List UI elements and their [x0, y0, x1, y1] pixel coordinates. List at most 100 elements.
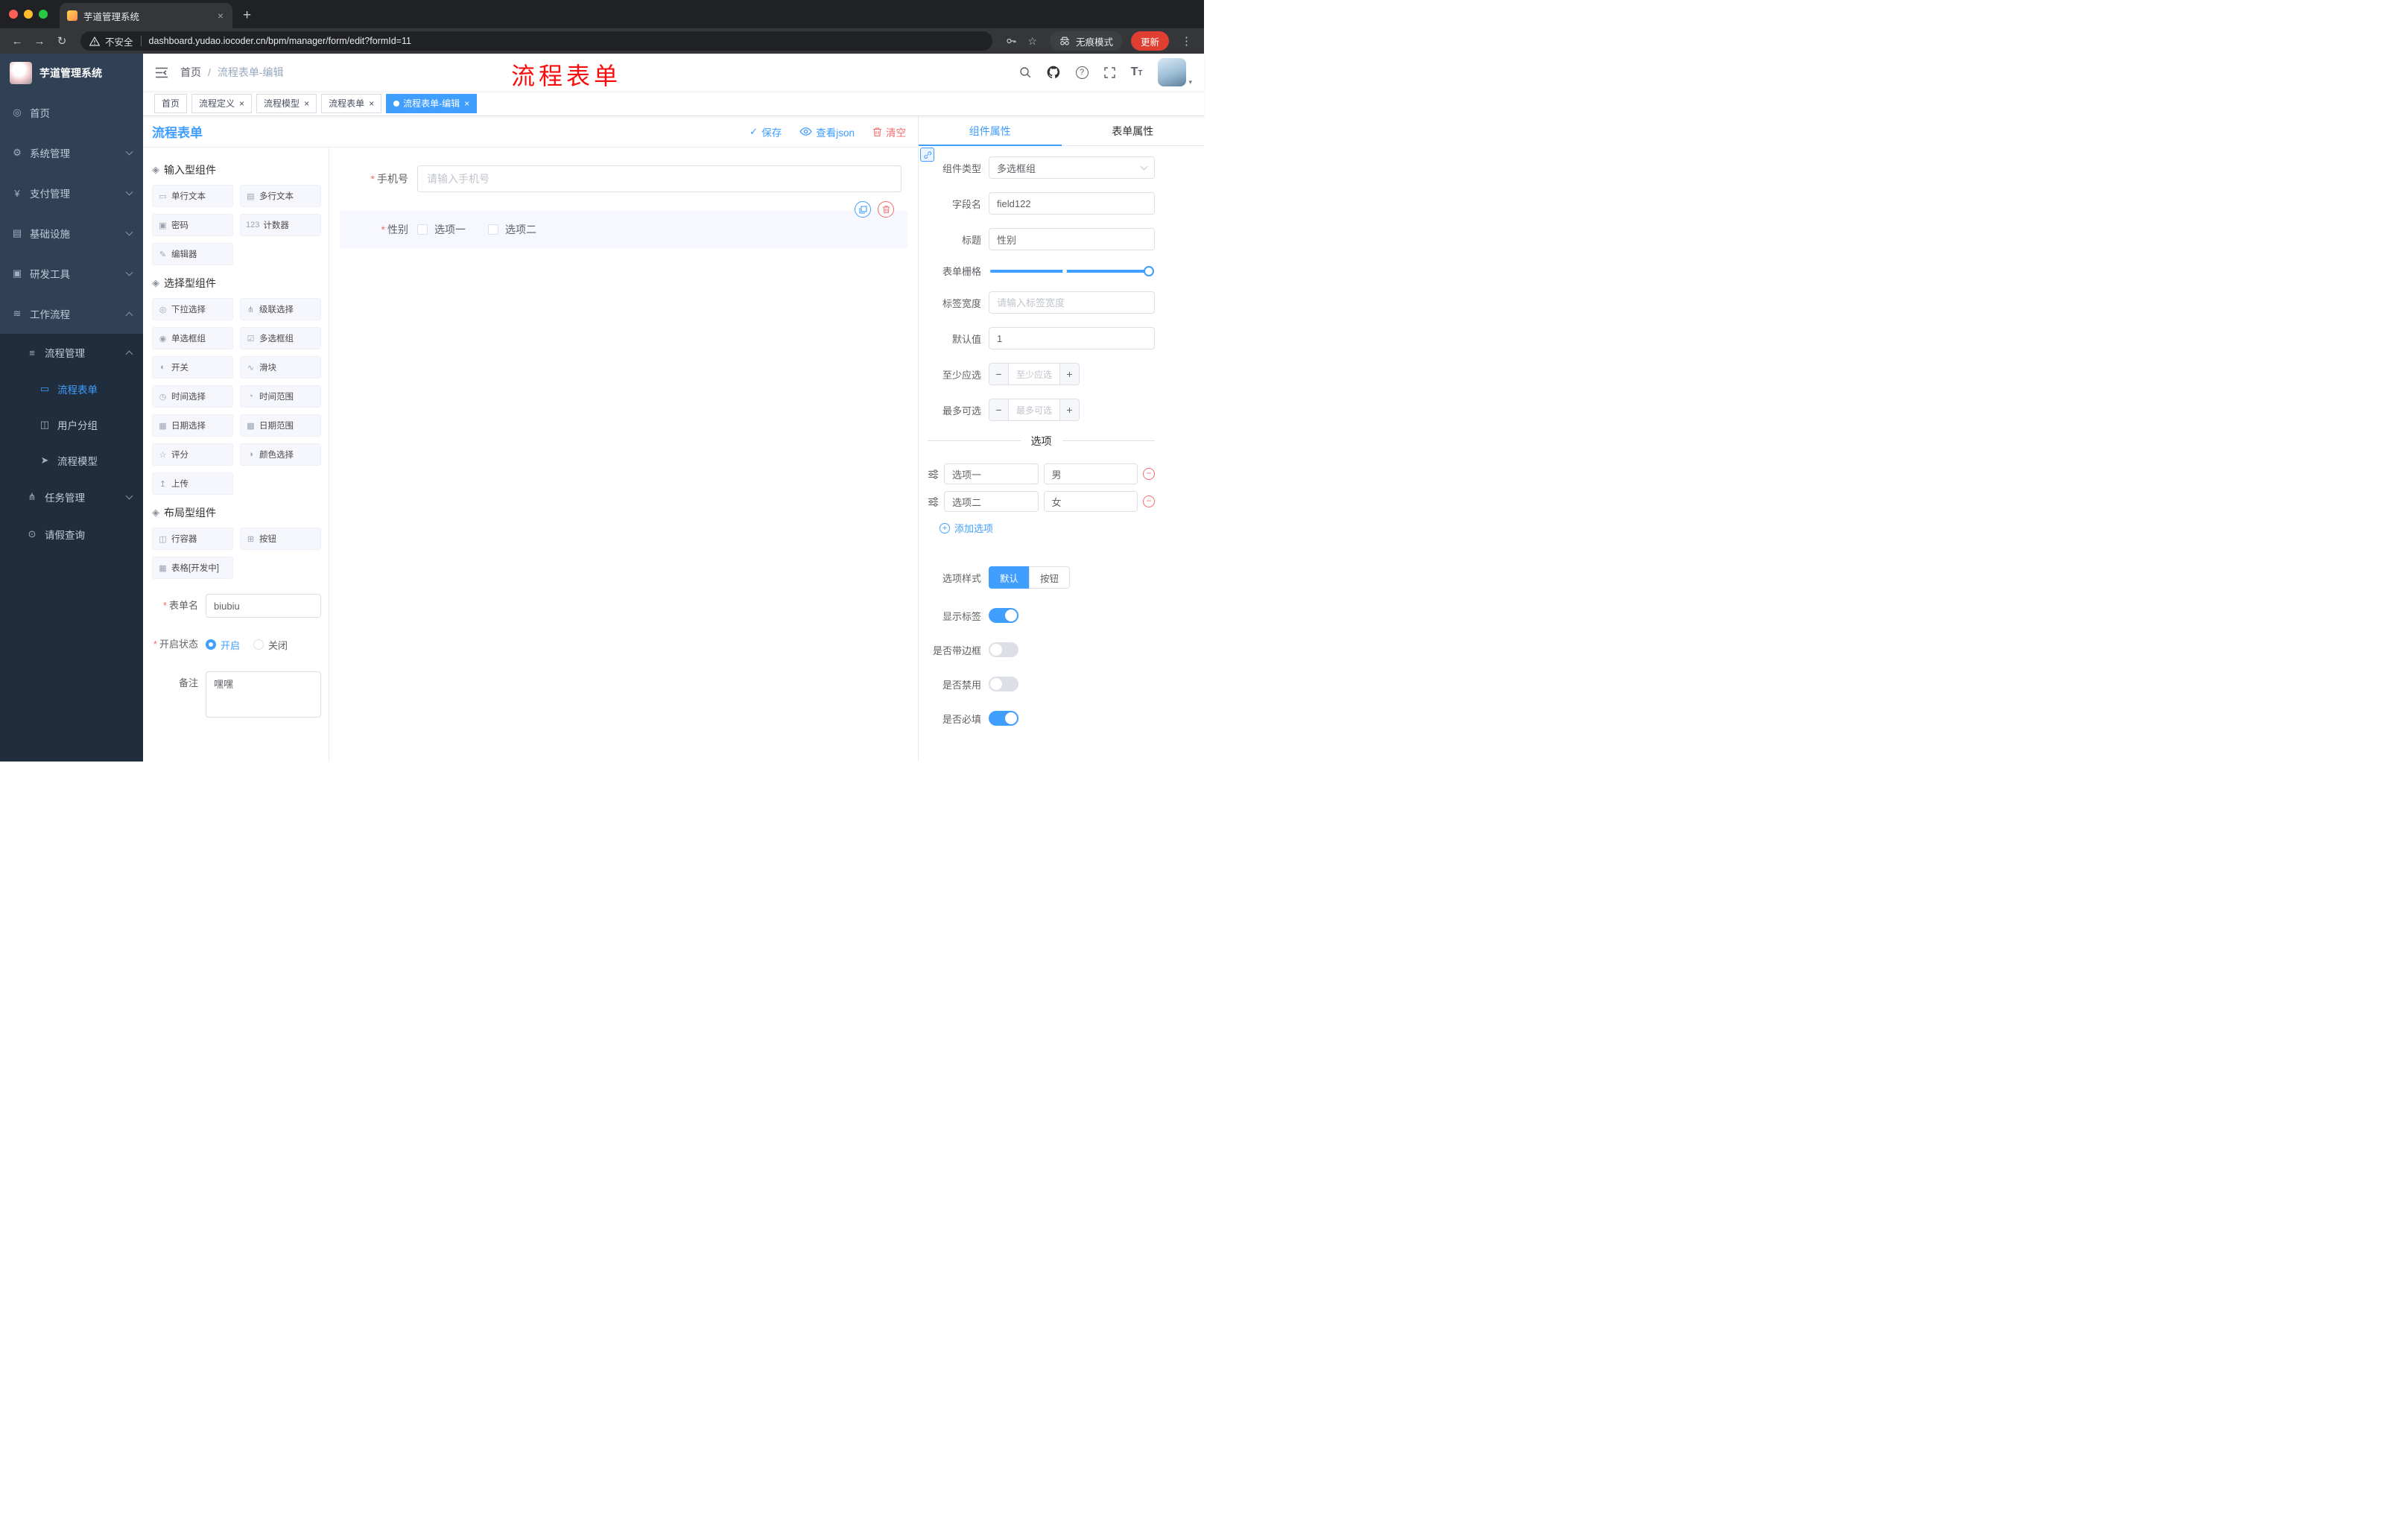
- sidebar-item-devtools[interactable]: ▣ 研发工具: [0, 253, 143, 294]
- option-style-default[interactable]: 默认: [989, 566, 1030, 589]
- tag-process-form-edit[interactable]: 流程表单-编辑 ×: [386, 93, 478, 113]
- phone-input[interactable]: [417, 165, 902, 192]
- option-label-input[interactable]: [944, 491, 1039, 512]
- add-option-button[interactable]: + 添加选项: [940, 521, 1155, 535]
- forward-button[interactable]: →: [30, 35, 49, 48]
- github-icon[interactable]: [1047, 66, 1060, 79]
- palette-item-single-text[interactable]: ▭ 单行文本: [152, 185, 233, 207]
- window-close-button[interactable]: [9, 10, 18, 19]
- tag-close-icon[interactable]: ×: [464, 98, 469, 109]
- tab-close-icon[interactable]: ×: [216, 10, 225, 22]
- palette-item-date-range[interactable]: ▩ 日期范围: [240, 414, 321, 437]
- status-on-radio[interactable]: 开启: [206, 638, 240, 652]
- palette-item-counter[interactable]: 123 计数器: [240, 214, 321, 236]
- chrome-update-button[interactable]: 更新: [1130, 31, 1169, 51]
- tag-process-definition[interactable]: 流程定义 ×: [191, 93, 253, 113]
- window-minimize-button[interactable]: [24, 10, 33, 19]
- component-type-select[interactable]: 多选框组: [989, 156, 1155, 179]
- max-select-value[interactable]: 最多可选: [1009, 399, 1059, 420]
- palette-item-date-picker[interactable]: ▦ 日期选择: [152, 414, 233, 437]
- sidebar-item-process-form[interactable]: ▭ 流程表单: [0, 371, 143, 407]
- label-width-input[interactable]: [989, 291, 1155, 314]
- option-label-input[interactable]: [944, 463, 1039, 484]
- palette-item-row-container[interactable]: ◫ 行容器: [152, 528, 233, 550]
- slider-handle[interactable]: [1144, 265, 1154, 276]
- option-style-button[interactable]: 按钮: [1029, 566, 1071, 589]
- status-off-radio[interactable]: 关闭: [253, 638, 288, 652]
- fullscreen-icon[interactable]: [1103, 66, 1115, 78]
- clear-button[interactable]: 清空: [872, 124, 906, 139]
- password-key-icon[interactable]: [1001, 35, 1021, 47]
- gender-checkbox-option2[interactable]: 选项二: [488, 222, 536, 237]
- palette-item-button[interactable]: ⊞ 按钮: [240, 528, 321, 550]
- new-tab-button[interactable]: +: [232, 3, 262, 28]
- palette-item-checkbox-group[interactable]: ☑ 多选框组: [240, 327, 321, 349]
- palette-item-time-picker[interactable]: ◷ 时间选择: [152, 385, 233, 408]
- sidebar-item-infra[interactable]: ▤ 基础设施: [0, 213, 143, 253]
- save-button[interactable]: ✓ 保存: [750, 124, 782, 139]
- sidebar-item-process-model[interactable]: ➤ 流程模型: [0, 443, 143, 478]
- palette-item-rate[interactable]: ☆ 评分: [152, 443, 233, 466]
- sidebar-item-user-groups[interactable]: ◫ 用户分组: [0, 407, 143, 443]
- remove-option-icon[interactable]: −: [1143, 468, 1155, 480]
- remove-option-icon[interactable]: −: [1143, 495, 1155, 507]
- plus-button[interactable]: +: [1059, 399, 1079, 420]
- field-name-input[interactable]: [989, 192, 1155, 215]
- tag-home[interactable]: 首页: [154, 93, 188, 113]
- palette-item-radio-group[interactable]: ◉ 单选框组: [152, 327, 233, 349]
- tab-form-props[interactable]: 表单属性: [1062, 116, 1205, 145]
- sidebar-item-workflow[interactable]: ≋ 工作流程: [0, 294, 143, 334]
- minus-button[interactable]: −: [989, 399, 1009, 420]
- canvas-field-phone[interactable]: * 手机号: [340, 155, 907, 203]
- view-json-button[interactable]: 查看json: [799, 124, 855, 139]
- user-avatar[interactable]: ▾: [1158, 58, 1192, 86]
- palette-item-time-range[interactable]: ◔ 时间范围: [240, 385, 321, 408]
- option-value-input[interactable]: [1043, 463, 1138, 484]
- disabled-switch[interactable]: [989, 677, 1018, 691]
- sidebar-item-system[interactable]: ⚙ 系统管理: [0, 133, 143, 173]
- tag-process-model[interactable]: 流程模型 ×: [256, 93, 317, 113]
- tag-close-icon[interactable]: ×: [304, 98, 309, 109]
- border-switch[interactable]: [989, 642, 1018, 657]
- palette-item-upload[interactable]: ↥ 上传: [152, 472, 233, 495]
- copy-field-button[interactable]: [855, 201, 871, 218]
- drag-handle-icon[interactable]: [928, 469, 939, 479]
- tag-close-icon[interactable]: ×: [239, 98, 244, 109]
- tag-close-icon[interactable]: ×: [369, 98, 374, 109]
- link-icon[interactable]: [920, 148, 934, 162]
- palette-item-table[interactable]: ▦ 表格[开发中]: [152, 557, 233, 579]
- sidebar-item-leave-query[interactable]: ⊙ 请假查询: [0, 516, 143, 553]
- sidebar-item-process-mgmt[interactable]: ≡ 流程管理: [0, 334, 143, 371]
- gender-checkbox-option1[interactable]: 选项一: [417, 222, 466, 237]
- reload-button[interactable]: ↻: [52, 34, 72, 48]
- palette-item-cascader[interactable]: ⋔ 级联选择: [240, 298, 321, 320]
- default-value-input[interactable]: [989, 327, 1155, 349]
- window-zoom-button[interactable]: [39, 10, 48, 19]
- sidebar-item-payment[interactable]: ¥ 支付管理: [0, 173, 143, 213]
- remark-textarea[interactable]: 嘿嘿: [206, 671, 321, 718]
- required-switch[interactable]: [989, 711, 1018, 726]
- palette-item-select[interactable]: ◎ 下拉选择: [152, 298, 233, 320]
- address-bar[interactable]: 不安全 dashboard.yudao.iocoder.cn/bpm/manag…: [80, 31, 993, 51]
- minus-button[interactable]: −: [989, 364, 1009, 384]
- palette-item-editor[interactable]: ✎ 编辑器: [152, 243, 233, 265]
- browser-menu-icon[interactable]: ⋮: [1176, 34, 1197, 48]
- title-input[interactable]: [989, 228, 1155, 250]
- sidebar-item-home[interactable]: ◎ 首页: [0, 92, 143, 133]
- help-icon[interactable]: ?: [1075, 66, 1089, 79]
- min-select-value[interactable]: 至少应选: [1009, 364, 1059, 384]
- palette-item-switch[interactable]: ◐ 开关: [152, 356, 233, 379]
- palette-item-slider[interactable]: ∿ 滑块: [240, 356, 321, 379]
- palette-item-password[interactable]: ▣ 密码: [152, 214, 233, 236]
- plus-button[interactable]: +: [1059, 364, 1079, 384]
- palette-item-multi-text[interactable]: ▤ 多行文本: [240, 185, 321, 207]
- tab-component-props[interactable]: 组件属性: [919, 116, 1062, 146]
- show-label-switch[interactable]: [989, 608, 1018, 623]
- drag-handle-icon[interactable]: [928, 496, 939, 507]
- font-size-icon[interactable]: TT: [1131, 66, 1143, 78]
- hamburger-icon[interactable]: [155, 67, 168, 78]
- delete-field-button[interactable]: [878, 201, 894, 218]
- form-name-input[interactable]: [206, 594, 321, 618]
- tag-process-form[interactable]: 流程表单 ×: [321, 93, 382, 113]
- form-grid-slider[interactable]: [990, 265, 1154, 276]
